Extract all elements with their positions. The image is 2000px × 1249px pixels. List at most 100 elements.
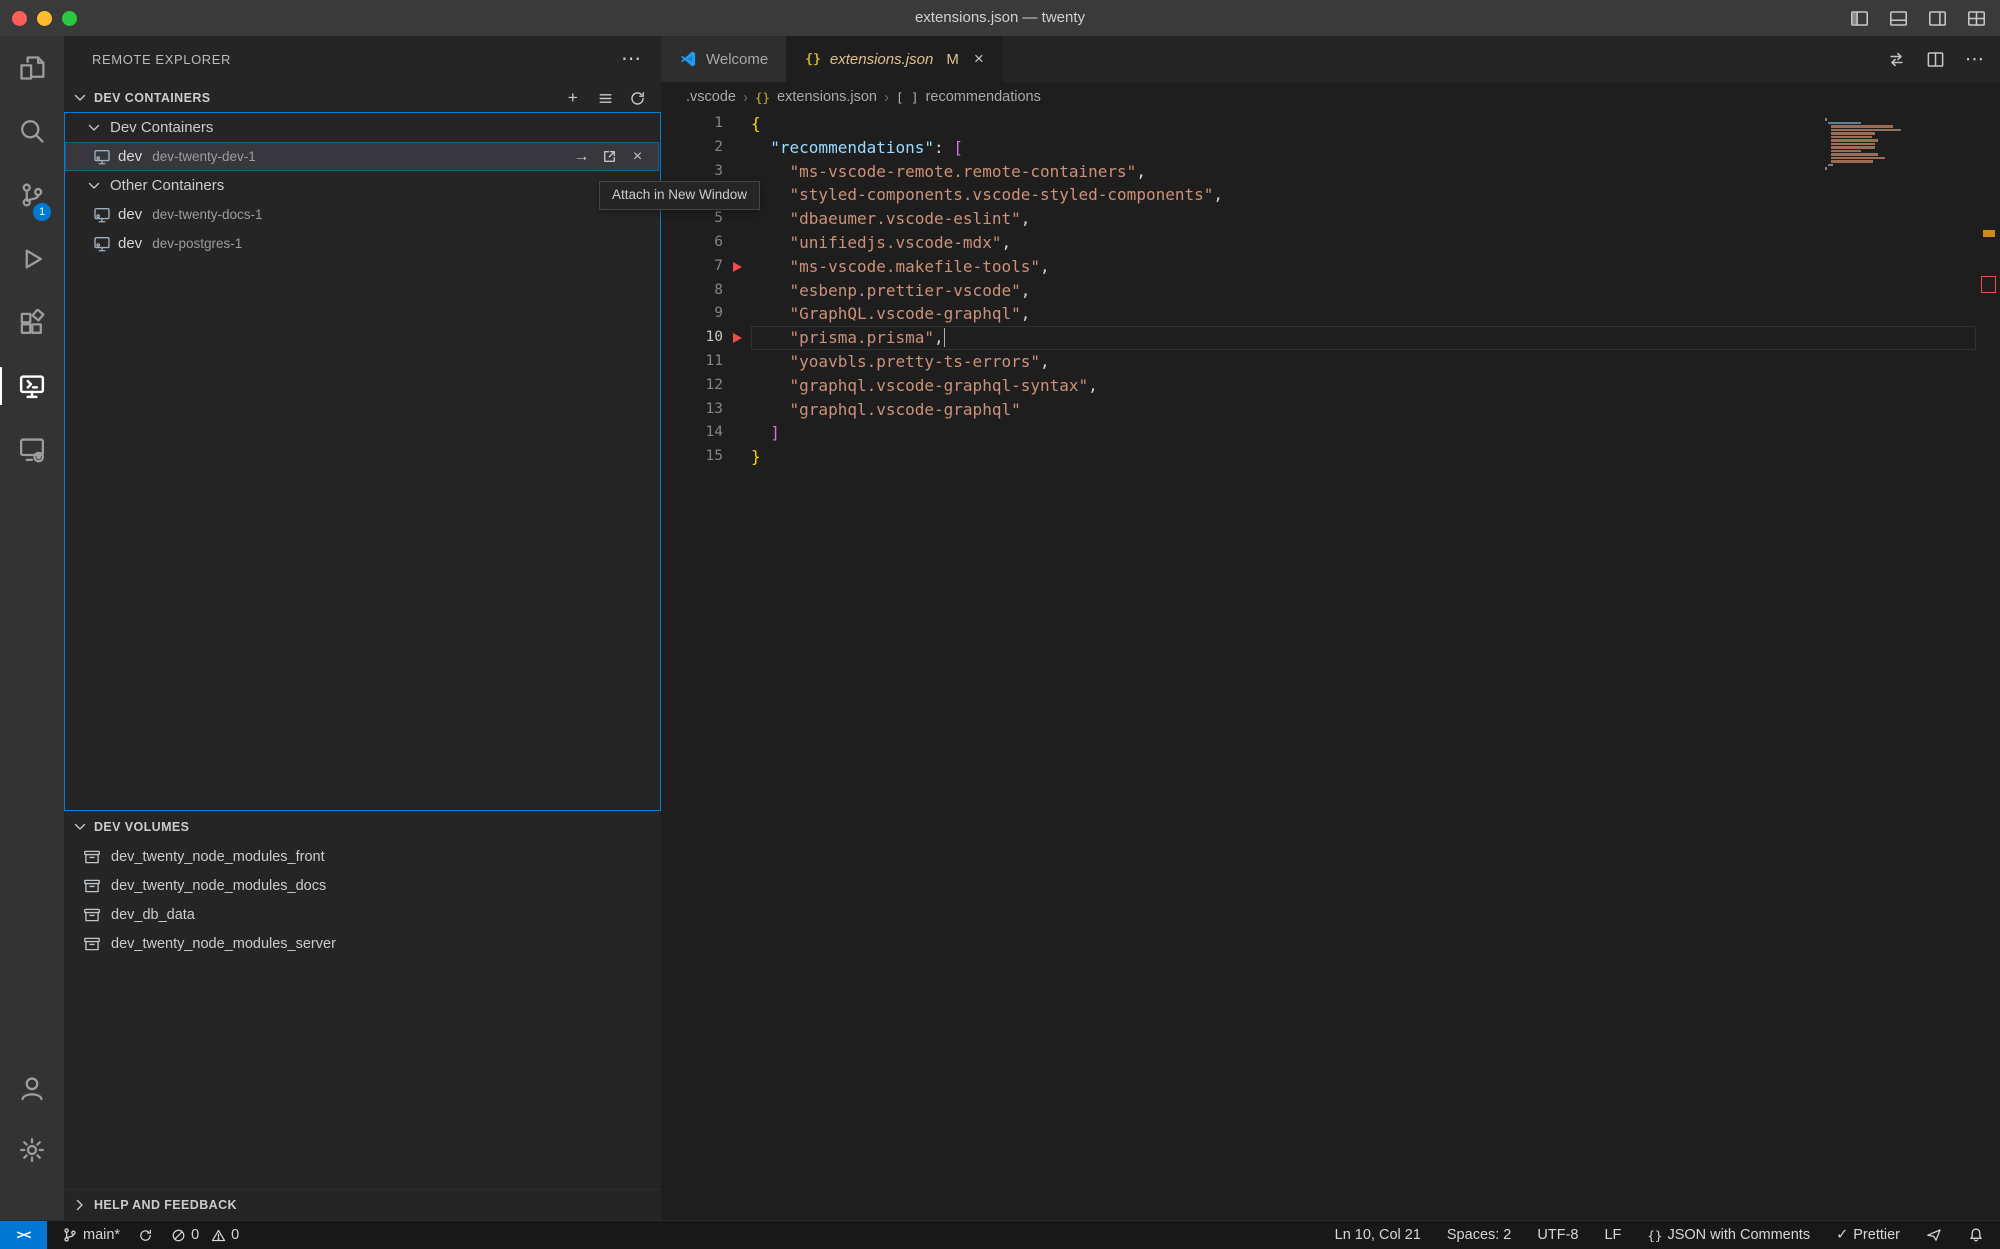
indentation-item[interactable]: Spaces: 2	[1447, 1227, 1512, 1243]
gutter	[723, 160, 751, 184]
split-editor-icon[interactable]	[1926, 50, 1945, 69]
close-window-button[interactable]	[12, 11, 27, 26]
toggle-panel-icon[interactable]	[1889, 9, 1908, 28]
volume-item[interactable]: dev_db_data	[65, 900, 659, 929]
volume-item[interactable]: dev_twenty_node_modules_front	[65, 842, 659, 871]
code-line[interactable]: 10 "prisma.prisma",	[661, 326, 2000, 350]
minimize-window-button[interactable]	[37, 11, 52, 26]
extensions-icon[interactable]	[0, 299, 64, 347]
customize-layout-icon[interactable]	[1967, 9, 1986, 28]
git-branch-item[interactable]: main*	[62, 1227, 120, 1243]
tab-extensions-json[interactable]: {} extensions.json M ×	[787, 36, 1003, 82]
json-file-icon: {}	[805, 52, 821, 67]
close-tab-icon[interactable]: ×	[974, 49, 984, 69]
code-line[interactable]: 4 "styled-components.vscode-styled-compo…	[661, 183, 2000, 207]
zoom-window-button[interactable]	[62, 11, 77, 26]
code-line[interactable]: 3 "ms-vscode-remote.remote-containers",	[661, 160, 2000, 184]
code-line[interactable]: 12 "graphql.vscode-graphql-syntax",	[661, 374, 2000, 398]
dev-container-icon	[93, 148, 111, 166]
section-header-dev-containers[interactable]: DEV CONTAINERS +	[64, 84, 661, 112]
tab-welcome[interactable]: Welcome	[661, 36, 787, 82]
sync-icon[interactable]	[138, 1228, 153, 1243]
account-icon[interactable]	[0, 1064, 64, 1112]
run-debug-icon[interactable]	[0, 235, 64, 283]
section-label: DEV VOLUMES	[94, 820, 189, 834]
remote-explorer-icon[interactable]	[0, 362, 64, 410]
source-control-icon[interactable]	[0, 171, 64, 219]
section-header-help-and-feedback[interactable]: HELP AND FEEDBACK	[64, 1189, 661, 1220]
eol-item[interactable]: LF	[1604, 1227, 1621, 1243]
volume-item[interactable]: dev_twenty_node_modules_docs	[65, 871, 659, 900]
feedback-icon[interactable]	[1926, 1227, 1942, 1243]
formatter-item[interactable]: ✓ Prettier	[1836, 1227, 1900, 1243]
add-dev-container-icon[interactable]: +	[563, 88, 583, 108]
volume-label: dev_twenty_node_modules_server	[111, 936, 336, 952]
code-editor[interactable]: 1{2 "recommendations": [3 "ms-vscode-rem…	[661, 112, 2000, 1220]
code-line[interactable]: 8 "esbenp.prettier-vscode",	[661, 279, 2000, 303]
gutter-marker-icon	[723, 255, 751, 279]
gutter	[723, 279, 751, 303]
minimap[interactable]	[1825, 118, 1897, 171]
search-icon[interactable]	[0, 107, 64, 155]
tree-group-other-containers[interactable]: Other Containers	[65, 171, 659, 200]
text-cursor	[944, 328, 946, 347]
volume-label: dev_db_data	[111, 907, 195, 923]
code-line[interactable]: 9 "GraphQL.vscode-graphql",	[661, 302, 2000, 326]
language-mode-label: JSON with Comments	[1667, 1227, 1810, 1243]
breadcrumb-separator: ›	[884, 89, 889, 106]
volume-label: dev_twenty_node_modules_front	[111, 849, 325, 865]
editor-more-actions-icon[interactable]: ⋯	[1965, 48, 1984, 71]
container-item-dev-postgres-1[interactable]: dev dev-postgres-1	[65, 229, 659, 258]
branch-label: main*	[83, 1227, 120, 1243]
explorer-icon[interactable]	[0, 44, 64, 92]
code-line[interactable]: 1{	[661, 112, 2000, 136]
branch-icon	[62, 1227, 78, 1243]
overview-ruler-marker	[1981, 276, 1996, 293]
source-control-badge: 1	[33, 203, 51, 221]
code-lines: 1{2 "recommendations": [3 "ms-vscode-rem…	[661, 112, 2000, 469]
sidebar-title: REMOTE EXPLORER	[64, 36, 661, 84]
code-line[interactable]: 6 "unifiedjs.vscode-mdx",	[661, 231, 2000, 255]
volume-icon	[83, 935, 101, 953]
code-line[interactable]: 5 "dbaeumer.vscode-eslint",	[661, 207, 2000, 231]
attach-to-container-icon[interactable]: →	[572, 147, 591, 166]
breadcrumb-file[interactable]: extensions.json	[777, 89, 877, 105]
code-line[interactable]: 7 "ms-vscode.makefile-tools",	[661, 255, 2000, 279]
container-list-icon[interactable]	[595, 88, 615, 108]
chevron-down-icon	[86, 120, 102, 136]
open-changes-icon[interactable]	[1887, 50, 1906, 69]
problems-item[interactable]: 0 0	[171, 1227, 239, 1243]
code-line[interactable]: 11 "yoavbls.pretty-ts-errors",	[661, 350, 2000, 374]
group-label: Dev Containers	[110, 119, 213, 136]
breadcrumb-folder[interactable]: .vscode	[686, 89, 736, 105]
remote-indicator[interactable]: ><	[0, 1221, 47, 1249]
check-icon: ✓	[1836, 1227, 1848, 1243]
settings-gear-icon[interactable]	[0, 1126, 64, 1174]
toggle-sidebar-icon[interactable]	[1850, 9, 1869, 28]
container-description: dev-twenty-docs-1	[152, 207, 262, 222]
section-header-dev-volumes[interactable]: DEV VOLUMES	[64, 813, 661, 841]
tree-group-dev-containers[interactable]: Dev Containers	[65, 113, 659, 142]
remove-container-icon[interactable]: ×	[628, 147, 647, 166]
code-line[interactable]: 15}	[661, 445, 2000, 469]
title-bar: extensions.json — twenty	[0, 0, 2000, 36]
code-line[interactable]: 13 "graphql.vscode-graphql"	[661, 398, 2000, 422]
container-item-dev-twenty-docs-1[interactable]: dev dev-twenty-docs-1	[65, 200, 659, 229]
cursor-position-item[interactable]: Ln 10, Col 21	[1335, 1227, 1421, 1243]
remote-vm-gear-icon[interactable]	[0, 425, 64, 473]
notifications-bell-icon[interactable]	[1968, 1227, 1984, 1243]
breadcrumb-symbol[interactable]: recommendations	[926, 89, 1041, 105]
sidebar-more-actions-icon[interactable]: ⋯	[621, 36, 641, 84]
container-item-dev-twenty-dev-1[interactable]: dev dev-twenty-dev-1 → ×	[65, 142, 659, 171]
gutter	[723, 112, 751, 136]
code-line[interactable]: 14 ]	[661, 421, 2000, 445]
code-line[interactable]: 2 "recommendations": [	[661, 136, 2000, 160]
attach-in-new-window-icon[interactable]	[600, 147, 619, 166]
tab-label: Welcome	[706, 51, 768, 68]
refresh-icon[interactable]	[627, 88, 647, 108]
language-mode-item[interactable]: {} JSON with Comments	[1647, 1227, 1810, 1243]
gutter	[723, 398, 751, 422]
toggle-secondary-sidebar-icon[interactable]	[1928, 9, 1947, 28]
encoding-item[interactable]: UTF-8	[1537, 1227, 1578, 1243]
volume-item[interactable]: dev_twenty_node_modules_server	[65, 929, 659, 958]
